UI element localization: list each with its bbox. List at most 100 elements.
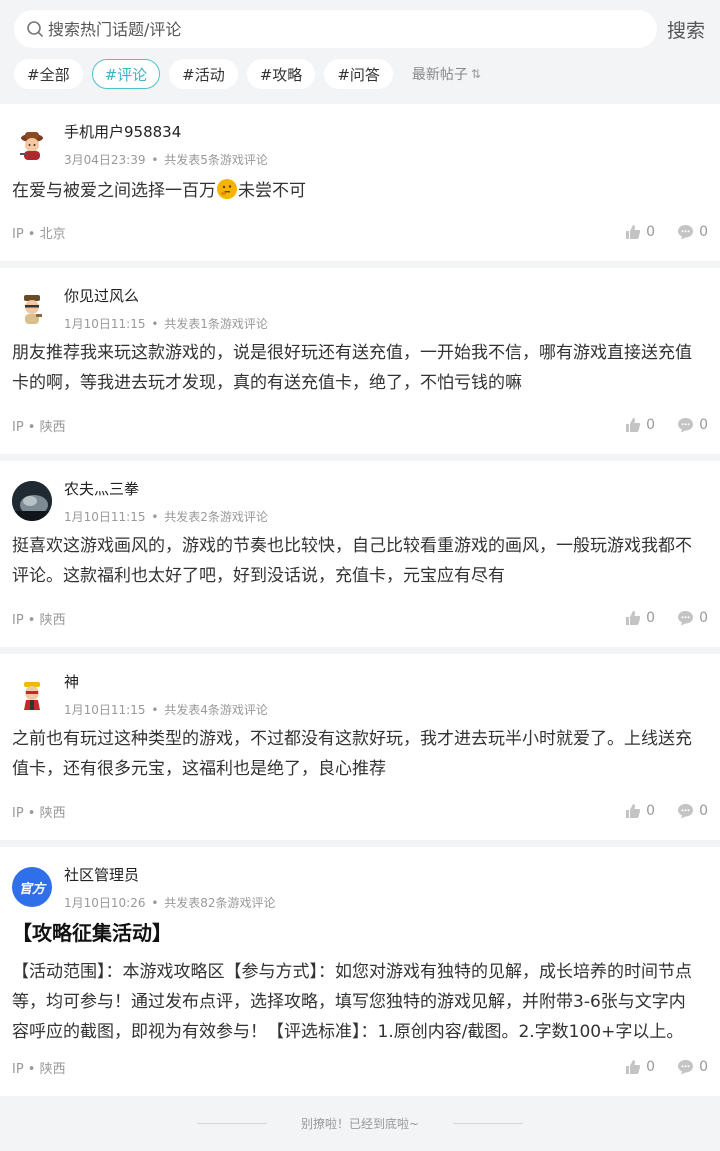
comment-button[interactable]: 0: [677, 1059, 708, 1075]
author-stats: 共发表82条游戏评论: [164, 896, 276, 910]
like-button[interactable]: 0: [625, 224, 655, 240]
like-button[interactable]: 0: [625, 417, 655, 433]
ip-location: IP • 北京: [12, 226, 66, 242]
sort-icon: ⇅: [470, 67, 481, 81]
comment-bubble-icon: [678, 225, 694, 240]
comment-count: 0: [699, 1059, 708, 1075]
comment-button[interactable]: 0: [677, 417, 708, 433]
divider: [453, 1122, 524, 1124]
ip-location: IP • 陕西: [12, 1061, 66, 1077]
comment-count: 0: [699, 417, 708, 433]
comment-button[interactable]: 0: [677, 224, 708, 240]
post-time: 1月10日10:26: [64, 896, 146, 910]
tab-qa[interactable]: #问答: [324, 59, 393, 89]
author-name[interactable]: 你见过风么: [64, 285, 268, 306]
avatar[interactable]: [12, 288, 52, 328]
tab-all[interactable]: #全部: [14, 59, 83, 89]
like-count: 0: [646, 1059, 656, 1075]
post-content[interactable]: 在爱与被爱之间选择一百万 未尝不可: [12, 176, 708, 206]
avatar[interactable]: [12, 481, 52, 521]
author-name[interactable]: 手机用户958834: [64, 121, 268, 142]
author-name[interactable]: 神: [64, 671, 268, 692]
post-footer: IP • 陕西 0 0: [12, 589, 708, 647]
post-meta: 1月10日10:26 • 共发表82条游戏评论: [64, 896, 276, 910]
thumbs-up-icon: [626, 225, 641, 239]
sort-dropdown[interactable]: 最新帖子 ⇅: [412, 64, 481, 84]
comment-count: 0: [699, 224, 708, 240]
ninja-avatar-icon: [24, 682, 40, 710]
comment-button[interactable]: 0: [677, 610, 708, 626]
thumbs-up-icon: [626, 418, 641, 432]
post-header: 你见过风么 1月10日11:15 • 共发表1条游戏评论: [12, 268, 708, 338]
filter-tabs: #全部 #评论 #活动 #攻略 #问答 最新帖子 ⇅: [14, 59, 706, 89]
post-time: 1月10日11:15: [64, 510, 146, 524]
post-footer: IP • 陕西 0 0: [12, 396, 708, 454]
like-button[interactable]: 0: [625, 803, 655, 819]
post-time: 1月10日11:15: [64, 317, 146, 331]
post-content[interactable]: 之前也有玩过这种类型的游戏，不过都没有这款好玩，我才进去玩半小时就爱了。上线送充…: [12, 724, 708, 784]
search-row: 搜索: [14, 10, 706, 48]
comment-button[interactable]: 0: [677, 803, 708, 819]
comment-bubble-icon: [678, 804, 694, 819]
post-footer: IP • 陕西 0 0: [12, 1038, 708, 1096]
post-content[interactable]: 朋友推荐我来玩这款游戏的，说是很好玩还有送充值，一开始我不信，哪有游戏直接送充值…: [12, 338, 708, 398]
author-stats: 共发表5条游戏评论: [164, 153, 268, 167]
search-icon: [27, 21, 43, 37]
author-name[interactable]: 农夫灬三拳: [64, 478, 268, 499]
photo-avatar-icon: [12, 481, 52, 521]
comment-bubble-icon: [678, 611, 694, 626]
like-button[interactable]: 0: [625, 1059, 655, 1075]
post-meta: 1月10日11:15 • 共发表2条游戏评论: [64, 510, 268, 524]
end-text: 别撩啦！已经到底啦~: [300, 1116, 420, 1131]
avatar[interactable]: [12, 124, 52, 164]
search-box[interactable]: [14, 10, 657, 48]
thumbs-up-icon: [626, 1060, 641, 1074]
post-meta: 1月10日11:15 • 共发表4条游戏评论: [64, 703, 268, 717]
like-count: 0: [646, 610, 656, 626]
like-button[interactable]: 0: [625, 610, 655, 626]
post-header: 手机用户958834 3月04日23:39 • 共发表5条游戏评论: [12, 104, 708, 174]
post-title[interactable]: 【攻略征集活动】: [12, 919, 708, 947]
post-header: 农夫灬三拳 1月10日11:15 • 共发表2条游戏评论: [12, 461, 708, 531]
search-button[interactable]: 搜索: [667, 16, 705, 43]
tab-guides[interactable]: #攻略: [246, 59, 316, 89]
divider: [196, 1122, 267, 1124]
avatar[interactable]: 官方: [12, 867, 52, 907]
search-input[interactable]: [48, 19, 608, 39]
comment-bubble-icon: [678, 418, 694, 433]
like-count: 0: [646, 224, 656, 240]
post-card[interactable]: 手机用户958834 3月04日23:39 • 共发表5条游戏评论 在爱与被爱之…: [0, 104, 720, 261]
post-footer: IP • 陕西 0 0: [12, 782, 708, 840]
thumbs-up-icon: [626, 611, 641, 625]
header: 搜索 #全部 #评论 #活动 #攻略 #问答 最新帖子 ⇅: [0, 0, 720, 104]
official-badge: 官方: [18, 881, 45, 897]
author-stats: 共发表1条游戏评论: [164, 317, 268, 331]
tab-comments[interactable]: #评论: [91, 59, 161, 89]
post-feed: 手机用户958834 3月04日23:39 • 共发表5条游戏评论 在爱与被爱之…: [0, 104, 720, 1143]
post-card[interactable]: 你见过风么 1月10日11:15 • 共发表1条游戏评论 朋友推荐我来玩这款游戏…: [0, 268, 720, 454]
tab-events[interactable]: #活动: [169, 59, 238, 89]
post-text: 在爱与被爱之间选择一百万: [12, 181, 216, 201]
post-content[interactable]: 挺喜欢这游戏画风的，游戏的节奏也比较快，自己比较看重游戏的画风，一般玩游戏我都不…: [12, 531, 708, 591]
comment-bubble-icon: [678, 1060, 694, 1075]
like-count: 0: [646, 803, 656, 819]
post-card[interactable]: 官方 社区管理员 1月10日10:26 • 共发表82条游戏评论 【攻略征集活动…: [0, 847, 720, 1096]
ip-location: IP • 陕西: [12, 419, 66, 435]
post-header: 神 1月10日11:15 • 共发表4条游戏评论: [12, 654, 708, 724]
post-meta: 3月04日23:39 • 共发表5条游戏评论: [64, 153, 268, 167]
post-content[interactable]: 【活动范围】：本游戏攻略区【参与方式】：如您对游戏有独特的见解，成长培养的时间节…: [12, 957, 708, 1047]
post-header: 官方 社区管理员 1月10日10:26 • 共发表82条游戏评论: [12, 847, 708, 917]
end-of-list: 别撩啦！已经到底啦~: [0, 1103, 720, 1143]
post-card[interactable]: 神 1月10日11:15 • 共发表4条游戏评论 之前也有玩过这种类型的游戏，不…: [0, 654, 720, 840]
author-name[interactable]: 社区管理员: [64, 864, 276, 885]
post-meta: 1月10日11:15 • 共发表1条游戏评论: [64, 317, 268, 331]
comment-count: 0: [699, 803, 708, 819]
author-stats: 共发表4条游戏评论: [164, 703, 268, 717]
thumbs-up-icon: [626, 804, 641, 818]
author-stats: 共发表2条游戏评论: [164, 510, 268, 524]
sort-label: 最新帖子: [411, 67, 468, 83]
avatar[interactable]: [12, 674, 52, 714]
post-card[interactable]: 农夫灬三拳 1月10日11:15 • 共发表2条游戏评论 挺喜欢这游戏画风的，游…: [0, 461, 720, 647]
ip-location: IP • 陕西: [12, 612, 66, 628]
post-time: 3月04日23:39: [64, 153, 146, 167]
